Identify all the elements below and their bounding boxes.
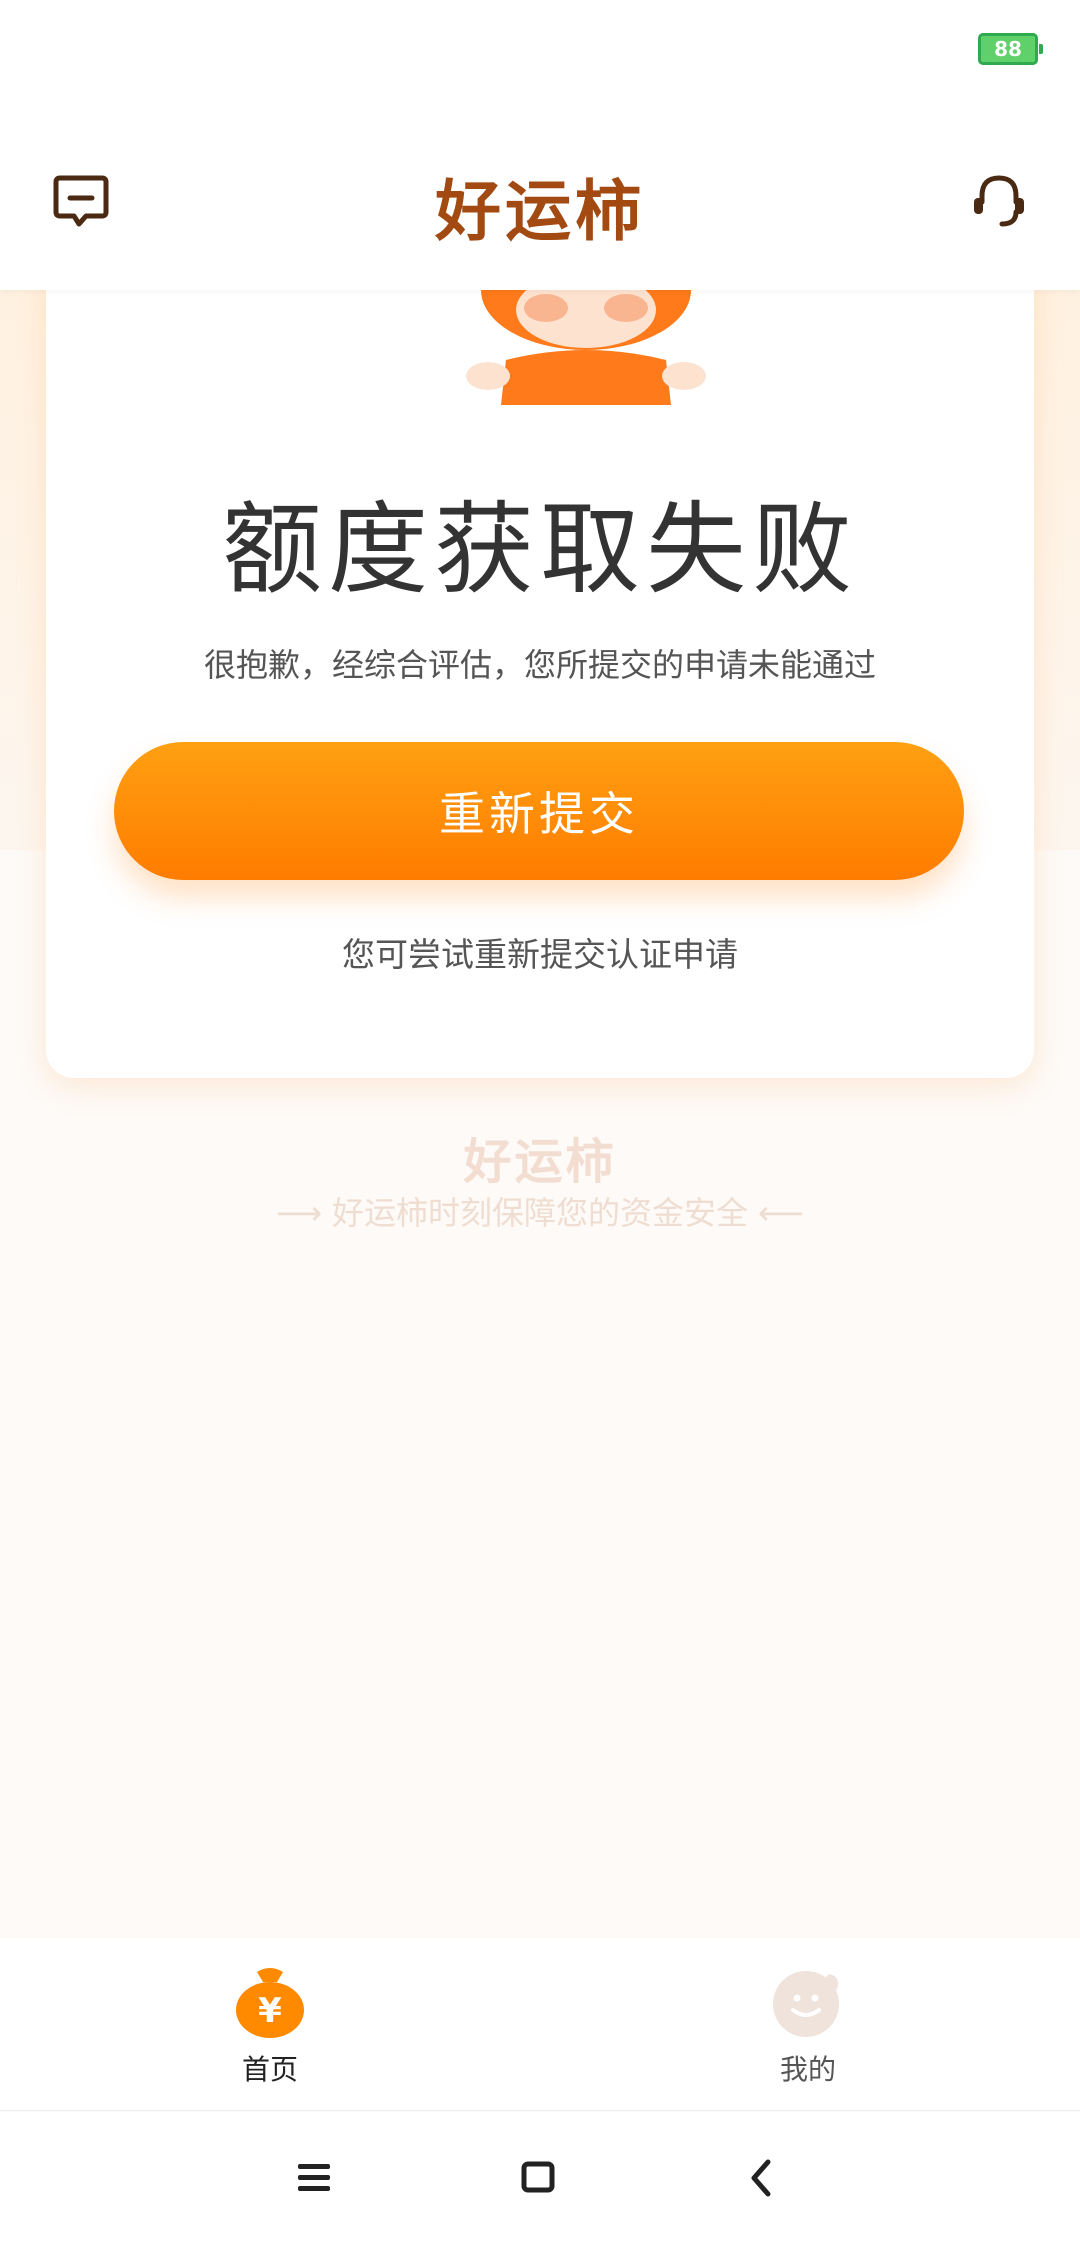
footer-slogan-text: 好运柿时刻保障您的资金安全: [331, 1194, 748, 1232]
app-title: 好运柿: [435, 173, 645, 250]
right-arrow-icon: ⟵: [758, 1194, 804, 1232]
app-header: 好运柿: [0, 100, 1080, 290]
svg-text:¥: ¥: [258, 1991, 282, 2031]
status-bar: 88: [0, 0, 1080, 100]
tab-home[interactable]: ¥ 首页: [170, 1962, 370, 2092]
resubmit-button[interactable]: 重新提交: [114, 742, 964, 880]
left-arrow-icon: ⟶: [276, 1194, 322, 1232]
tab-mine-label: 我的: [779, 2053, 836, 2086]
smiley-icon: [773, 1971, 839, 2037]
footer-slogan: ⟶ 好运柿时刻保障您的资金安全 ⟵: [0, 1188, 1080, 1234]
system-nav-bar: [0, 2112, 1080, 2244]
resubmit-button-label: 重新提交: [439, 787, 639, 841]
battery-level: 88: [994, 37, 1022, 61]
mascot-illustration: [466, 280, 706, 405]
result-subtitle: 很抱歉，经综合评估，您所提交的申请未能通过: [203, 646, 876, 684]
battery-icon: 88: [978, 33, 1043, 65]
back-icon[interactable]: [738, 2154, 786, 2202]
result-card: 额度获取失败 很抱歉，经综合评估，您所提交的申请未能通过 重新提交 您可尝试重新…: [46, 250, 1034, 1078]
headset-icon[interactable]: [970, 172, 1028, 230]
menu-icon[interactable]: [290, 2154, 338, 2202]
resubmit-hint: 您可尝试重新提交认证申请: [342, 935, 738, 974]
tab-mine[interactable]: 我的: [708, 1962, 908, 2092]
money-bag-icon: ¥: [236, 1968, 304, 2038]
bottom-tab-bar: ¥ 首页 我的: [0, 1938, 1080, 2111]
result-title: 额度获取失败: [222, 491, 858, 608]
tab-home-label: 首页: [241, 2053, 298, 2086]
footer-brand: 好运柿: [463, 1134, 617, 1190]
home-square-icon[interactable]: [514, 2154, 562, 2202]
